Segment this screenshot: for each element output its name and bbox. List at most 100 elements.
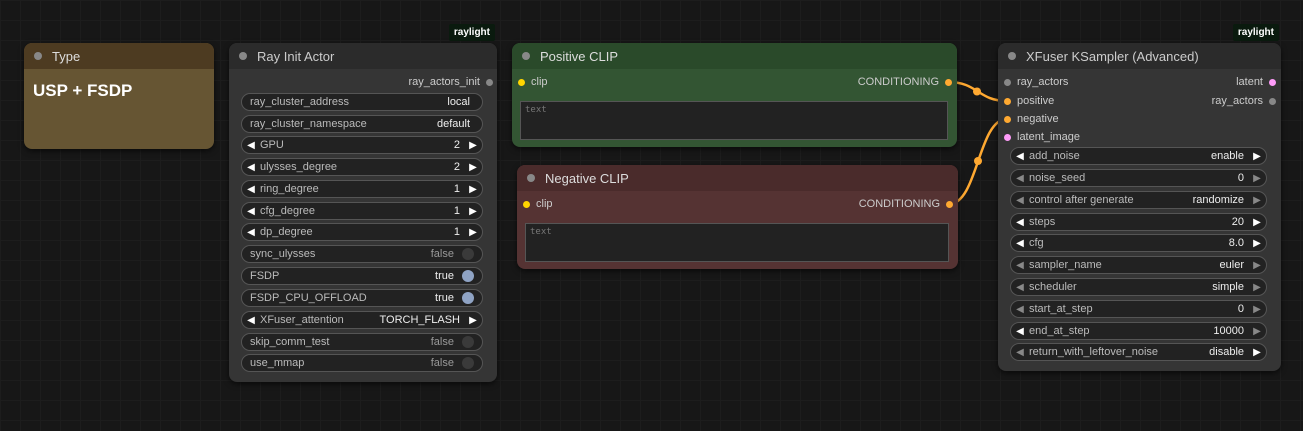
link-positive-midpoint[interactable] xyxy=(973,87,981,96)
widget-xfuser-attention[interactable]: ◀ XFuser_attention TORCH_FLASH ▶ xyxy=(241,311,483,329)
slot-dot-icon[interactable] xyxy=(946,200,953,208)
output-latent[interactable]: latent xyxy=(1236,74,1276,90)
slot-dot-icon[interactable] xyxy=(1004,133,1011,141)
widget-sync-ulysses[interactable]: sync_ulysses false xyxy=(241,245,483,263)
widget-use-mmap[interactable]: use_mmap false xyxy=(241,354,483,372)
increment-arrow-icon[interactable]: ▶ xyxy=(468,140,478,151)
decrement-arrow-icon[interactable]: ◀ xyxy=(1015,326,1025,337)
increment-arrow-icon[interactable]: ▶ xyxy=(1252,151,1262,162)
negative-text-area[interactable]: text xyxy=(525,223,949,262)
increment-arrow-icon[interactable]: ▶ xyxy=(1252,195,1262,206)
slot-dot-icon[interactable] xyxy=(945,78,952,86)
negative-clip-node[interactable]: Negative CLIP clip CONDITIONING text xyxy=(517,165,958,269)
widget-gpu[interactable]: ◀ GPU 2 ▶ xyxy=(241,136,483,154)
slot-dot-icon[interactable] xyxy=(523,200,530,208)
output-conditioning[interactable]: CONDITIONING xyxy=(858,74,952,90)
input-latent-image[interactable]: latent_image xyxy=(1004,129,1080,145)
increment-arrow-icon[interactable]: ▶ xyxy=(468,315,478,326)
slot-dot-icon[interactable] xyxy=(486,78,493,86)
toggle-off-icon[interactable] xyxy=(462,357,474,369)
widget-scheduler[interactable]: ◀ scheduler simple ▶ xyxy=(1010,278,1267,296)
increment-arrow-icon[interactable]: ▶ xyxy=(1252,260,1262,271)
decrement-arrow-icon[interactable]: ◀ xyxy=(1015,347,1025,358)
slot-dot-icon[interactable] xyxy=(1004,115,1011,123)
widget-skip-comm-test[interactable]: skip_comm_test false xyxy=(241,333,483,351)
widget-noise-seed[interactable]: ◀ noise_seed 0 ▶ xyxy=(1010,169,1267,187)
input-clip[interactable]: clip xyxy=(523,196,553,212)
increment-arrow-icon[interactable]: ▶ xyxy=(1252,282,1262,293)
output-ray-actors-init[interactable]: ray_actors_init xyxy=(408,74,493,90)
input-positive[interactable]: positive xyxy=(1004,93,1054,109)
decrement-arrow-icon[interactable]: ◀ xyxy=(246,315,256,326)
type-node-header[interactable]: Type xyxy=(24,43,214,69)
widget-add-noise[interactable]: ◀ add_noise enable ▶ xyxy=(1010,147,1267,165)
increment-arrow-icon[interactable]: ▶ xyxy=(1252,326,1262,337)
widget-dp-degree[interactable]: ◀ dp_degree 1 ▶ xyxy=(241,223,483,241)
ksampler-header[interactable]: XFuser KSampler (Advanced) xyxy=(998,43,1281,69)
decrement-arrow-icon[interactable]: ◀ xyxy=(1015,282,1025,293)
toggle-off-icon[interactable] xyxy=(462,336,474,348)
increment-arrow-icon[interactable]: ▶ xyxy=(1252,173,1262,184)
increment-arrow-icon[interactable]: ▶ xyxy=(468,162,478,173)
widget-return-with-leftover-noise[interactable]: ◀ return_with_leftover_noise disable ▶ xyxy=(1010,343,1267,361)
slot-dot-icon[interactable] xyxy=(1004,97,1011,105)
slot-dot-icon[interactable] xyxy=(1269,97,1276,105)
decrement-arrow-icon[interactable]: ◀ xyxy=(246,162,256,173)
toggle-on-icon[interactable] xyxy=(462,292,474,304)
widget-cfg-degree[interactable]: ◀ cfg_degree 1 ▶ xyxy=(241,202,483,220)
type-node-text[interactable]: USP + FSDP xyxy=(33,81,132,101)
widget-ring-degree[interactable]: ◀ ring_degree 1 ▶ xyxy=(241,180,483,198)
widget-sampler-name[interactable]: ◀ sampler_name euler ▶ xyxy=(1010,256,1267,274)
increment-arrow-icon[interactable]: ▶ xyxy=(1252,347,1262,358)
slot-dot-icon[interactable] xyxy=(1269,78,1276,86)
increment-arrow-icon[interactable]: ▶ xyxy=(1252,304,1262,315)
decrement-arrow-icon[interactable]: ◀ xyxy=(246,140,256,151)
increment-arrow-icon[interactable]: ▶ xyxy=(1252,217,1262,228)
increment-arrow-icon[interactable]: ▶ xyxy=(1252,238,1262,249)
widget-fsdp[interactable]: FSDP true xyxy=(241,267,483,285)
link-negative-midpoint[interactable] xyxy=(974,157,982,165)
decrement-arrow-icon[interactable]: ◀ xyxy=(1015,195,1025,206)
decrement-arrow-icon[interactable]: ◀ xyxy=(1015,238,1025,249)
increment-arrow-icon[interactable]: ▶ xyxy=(468,184,478,195)
collapse-dot-icon[interactable] xyxy=(1008,52,1016,60)
xfuser-ksampler-node[interactable]: raylight XFuser KSampler (Advanced) ray_… xyxy=(998,24,1281,371)
widget-cfg[interactable]: ◀ cfg 8.0 ▶ xyxy=(1010,234,1267,252)
input-negative[interactable]: negative xyxy=(1004,111,1059,127)
output-ray-actors[interactable]: ray_actors xyxy=(1212,93,1276,109)
collapse-dot-icon[interactable] xyxy=(34,52,42,60)
positive-text-area[interactable]: text xyxy=(520,101,948,140)
increment-arrow-icon[interactable]: ▶ xyxy=(468,227,478,238)
toggle-off-icon[interactable] xyxy=(462,248,474,260)
increment-arrow-icon[interactable]: ▶ xyxy=(468,206,478,217)
widget-steps[interactable]: ◀ steps 20 ▶ xyxy=(1010,213,1267,231)
ray-init-header[interactable]: Ray Init Actor xyxy=(229,43,497,69)
widget-end-at-step[interactable]: ◀ end_at_step 10000 ▶ xyxy=(1010,322,1267,340)
positive-clip-header[interactable]: Positive CLIP xyxy=(512,43,957,69)
widget-ray-cluster-address[interactable]: ray_cluster_address local xyxy=(241,93,483,111)
toggle-on-icon[interactable] xyxy=(462,270,474,282)
widget-ray-cluster-namespace[interactable]: ray_cluster_namespace default xyxy=(241,115,483,133)
decrement-arrow-icon[interactable]: ◀ xyxy=(1015,260,1025,271)
positive-clip-node[interactable]: Positive CLIP clip CONDITIONING text xyxy=(512,43,957,147)
decrement-arrow-icon[interactable]: ◀ xyxy=(246,227,256,238)
widget-ulysses-degree[interactable]: ◀ ulysses_degree 2 ▶ xyxy=(241,158,483,176)
decrement-arrow-icon[interactable]: ◀ xyxy=(1015,217,1025,228)
input-clip[interactable]: clip xyxy=(518,74,548,90)
widget-control-after-generate[interactable]: ◀ control after generate randomize ▶ xyxy=(1010,191,1267,209)
input-ray-actors[interactable]: ray_actors xyxy=(1004,74,1068,90)
collapse-dot-icon[interactable] xyxy=(522,52,530,60)
decrement-arrow-icon[interactable]: ◀ xyxy=(1015,304,1025,315)
collapse-dot-icon[interactable] xyxy=(239,52,247,60)
ray-init-actor-node[interactable]: raylight Ray Init Actor ray_actors_init … xyxy=(229,24,497,382)
output-conditioning[interactable]: CONDITIONING xyxy=(859,196,953,212)
negative-clip-header[interactable]: Negative CLIP xyxy=(517,165,958,191)
decrement-arrow-icon[interactable]: ◀ xyxy=(246,206,256,217)
decrement-arrow-icon[interactable]: ◀ xyxy=(1015,173,1025,184)
collapse-dot-icon[interactable] xyxy=(527,174,535,182)
type-node[interactable]: Type USP + FSDP xyxy=(24,43,214,149)
widget-fsdp-cpu-offload[interactable]: FSDP_CPU_OFFLOAD true xyxy=(241,289,483,307)
decrement-arrow-icon[interactable]: ◀ xyxy=(1015,151,1025,162)
widget-start-at-step[interactable]: ◀ start_at_step 0 ▶ xyxy=(1010,300,1267,318)
slot-dot-icon[interactable] xyxy=(518,78,525,86)
